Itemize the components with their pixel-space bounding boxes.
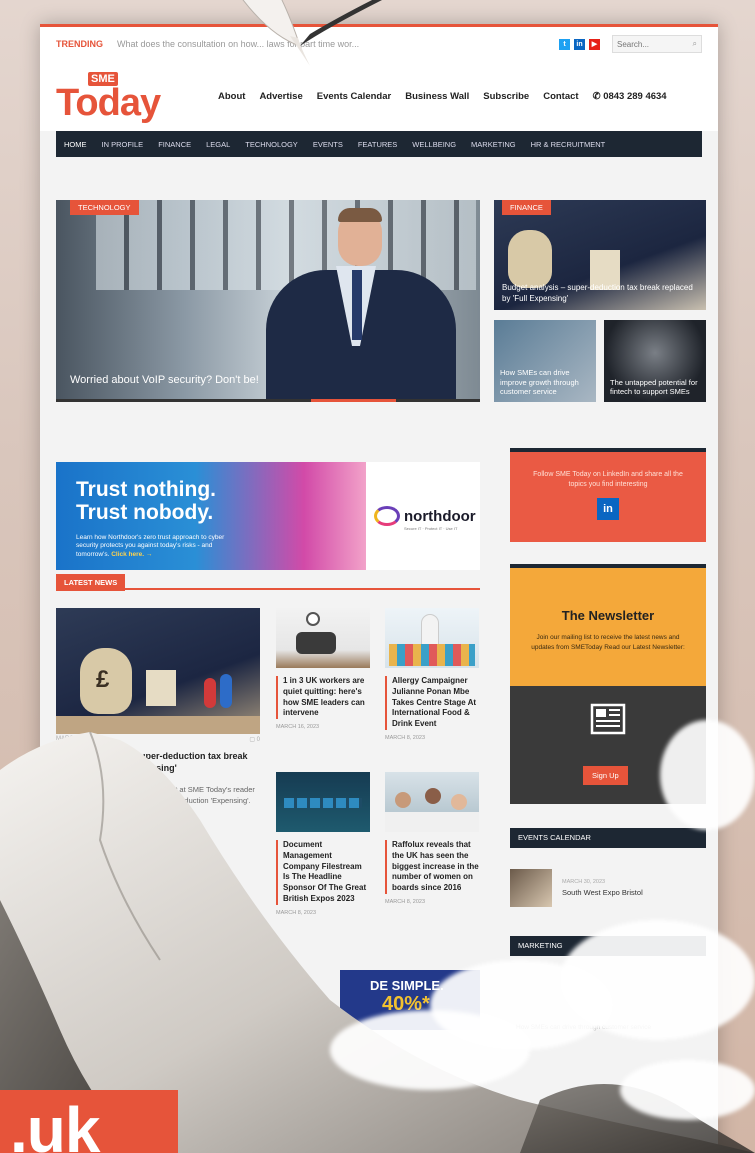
finance-tag[interactable]: FINANCE — [502, 200, 551, 215]
trending-label: TRENDING — [56, 39, 103, 49]
top-navigation: About Advertise Events Calendar Business… — [218, 91, 579, 102]
linkedin-text: Follow SME Today on LinkedIn and share a… — [533, 471, 683, 488]
marketing-heading: MARKETING — [510, 936, 706, 956]
youtube-icon[interactable]: ▶ — [589, 38, 600, 50]
events-calendar-heading: EVENTS CALENDAR — [510, 828, 706, 848]
nav-about[interactable]: About — [218, 91, 245, 102]
side-article-finance[interactable]: FINANCE Budget analysis – super-deductio… — [494, 200, 706, 310]
nav-subscribe[interactable]: Subscribe — [483, 91, 529, 102]
big-article-image[interactable]: £ — [56, 608, 260, 734]
nav-advertise[interactable]: Advertise — [259, 91, 302, 102]
search-input[interactable] — [617, 39, 693, 49]
promo-banner[interactable]: DE SIMPLE. 40%* — [340, 970, 480, 1030]
twitter-icon[interactable]: t — [559, 38, 570, 50]
event-item[interactable]: MARCH 30, 2023 South West Expo Bristol — [510, 866, 706, 910]
website-page: TRENDING What does the consultation on h… — [40, 24, 718, 1153]
nav-contact[interactable]: Contact — [543, 91, 578, 102]
search-icon[interactable]: ⌕ — [693, 39, 697, 49]
nav-wellbeing[interactable]: WELLBEING — [412, 140, 456, 149]
nav-features[interactable]: FEATURES — [358, 140, 397, 149]
newsletter-title: The Newsletter — [561, 608, 655, 623]
list-item[interactable]: Document Management Company Filestream I… — [276, 772, 370, 916]
list-item[interactable]: 1 in 3 UK workers are quiet quitting: he… — [276, 608, 370, 730]
northdoor-ad-banner[interactable]: Trust nothing. Trust nobody. Learn how N… — [56, 462, 480, 570]
big-article-excerpt: In a series of Business Management at SM… — [56, 785, 255, 817]
article-date: MARCH 8, 2023 — [385, 898, 426, 905]
nav-finance[interactable]: FINANCE — [158, 140, 191, 149]
nav-marketing[interactable]: MARKETING — [471, 140, 516, 149]
nav-events-calendar[interactable]: Events Calendar — [317, 91, 391, 102]
article-thumbnail — [276, 608, 370, 668]
list-item[interactable]: Raffolux reveals that the UK has seen th… — [385, 772, 479, 905]
side-article-title[interactable]: Budget analysis – super-deduction tax br… — [502, 283, 698, 304]
comments-count[interactable]: ▢ 0 — [249, 736, 260, 743]
northdoor-swirl-icon — [374, 506, 400, 526]
linkedin-follow-box: Follow SME Today on LinkedIn and share a… — [510, 448, 706, 542]
social-icons: t in ▶ — [559, 38, 600, 50]
search-box: ⌕ — [612, 35, 702, 53]
nav-in-profile[interactable]: IN PROFILE — [102, 140, 144, 149]
side-article-customer-service[interactable]: How SMEs can drive improve growth throug… — [494, 320, 596, 402]
main-navigation: HOME IN PROFILE FINANCE LEGAL TECHNOLOGY… — [56, 131, 702, 157]
article-title[interactable]: 1 in 3 UK workers are quiet quitting: he… — [276, 676, 370, 720]
side-article-title[interactable]: The untapped potential for fintech to su… — [610, 378, 700, 398]
linkedin-icon[interactable]: in — [574, 38, 585, 50]
newsletter-text: Join our mailing list to receive the lat… — [531, 634, 685, 651]
side-article-fintech[interactable]: The untapped potential for fintech to su… — [604, 320, 706, 402]
event-thumbnail — [510, 869, 552, 907]
comment-icon: ▢ — [249, 737, 255, 743]
slider-progress — [56, 399, 480, 402]
banner-body: Learn how Northdoor's zero trust approac… — [76, 534, 225, 558]
article-thumbnail — [385, 772, 479, 832]
house-icon — [146, 670, 176, 706]
latest-news-header: LATEST NEWS — [56, 572, 480, 591]
domain-badge: .uk — [0, 1090, 178, 1153]
phone-number[interactable]: ✆ 0843 289 4634 — [593, 91, 667, 102]
article-date: MARCH 8, 2023 — [385, 734, 426, 741]
businessman-photo — [256, 208, 456, 402]
money-bag-icon: £ — [80, 648, 132, 714]
big-article-title[interactable]: Budget analysis – super-deduction tax br… — [56, 751, 260, 774]
header: Today SME About Advertise Events Calenda… — [40, 61, 718, 131]
logo-badge: SME — [88, 72, 118, 86]
article-date: MARCH 8, 2023 — [276, 909, 317, 916]
phone-icon: ✆ — [592, 90, 604, 102]
article-title[interactable]: Raffolux reveals that the UK has seen th… — [385, 840, 479, 894]
event-date: MARCH 30, 2023 — [562, 879, 606, 885]
event-name[interactable]: South West Expo Bristol — [562, 888, 643, 897]
logo-wordmark: Today — [56, 82, 161, 124]
northdoor-logo: northdoor Secure IT · Protect IT · Use I… — [374, 506, 476, 531]
linkedin-button[interactable]: in — [597, 497, 619, 520]
article-date: MARCH 16, 2023 — [276, 724, 320, 731]
banner-cta[interactable]: Click here. → — [111, 551, 152, 558]
hero-title[interactable]: Worried about VoIP security? Don't be! — [70, 374, 259, 386]
sign-up-button[interactable]: Sign Up — [583, 766, 628, 785]
nav-legal[interactable]: LEGAL — [206, 140, 230, 149]
nav-home[interactable]: HOME — [64, 140, 87, 149]
hero-category-tag[interactable]: TECHNOLOGY — [70, 200, 139, 215]
nav-hr-recruitment[interactable]: HR & RECRUITMENT — [531, 140, 606, 149]
article-thumbnail — [276, 772, 370, 832]
list-item[interactable]: Allergy Campaigner Julianne Ponan Mbe Ta… — [385, 608, 479, 741]
article-title[interactable]: Document Management Company Filestream I… — [276, 840, 370, 905]
article-thumbnail — [385, 608, 479, 668]
banner-headline: Trust nothing. Trust nobody. — [76, 478, 216, 525]
trending-headline[interactable]: What does the consultation on how... law… — [117, 39, 559, 49]
nav-events[interactable]: EVENTS — [313, 140, 343, 149]
article-title[interactable]: Allergy Campaigner Julianne Ponan Mbe Ta… — [385, 676, 479, 730]
newsletter-box: The Newsletter Join our mailing list to … — [510, 564, 706, 804]
money-bag-image — [508, 230, 552, 288]
trending-bar: TRENDING What does the consultation on h… — [40, 27, 718, 61]
site-logo[interactable]: Today SME — [56, 68, 196, 124]
big-article-meta: MARCH 16, 2023 ▢ 0 — [56, 736, 260, 743]
marketing-snippet[interactable]: How SMEs can drive through customer serv… — [516, 1024, 712, 1031]
side-article-title[interactable]: How SMEs can drive improve growth throug… — [500, 368, 590, 397]
phone-text: 0843 289 4634 — [603, 90, 667, 102]
nav-business-wall[interactable]: Business Wall — [405, 91, 469, 102]
hero-article[interactable]: TECHNOLOGY Worried about VoIP security? … — [56, 200, 480, 402]
newspaper-icon — [590, 703, 626, 735]
nav-technology[interactable]: TECHNOLOGY — [245, 140, 298, 149]
